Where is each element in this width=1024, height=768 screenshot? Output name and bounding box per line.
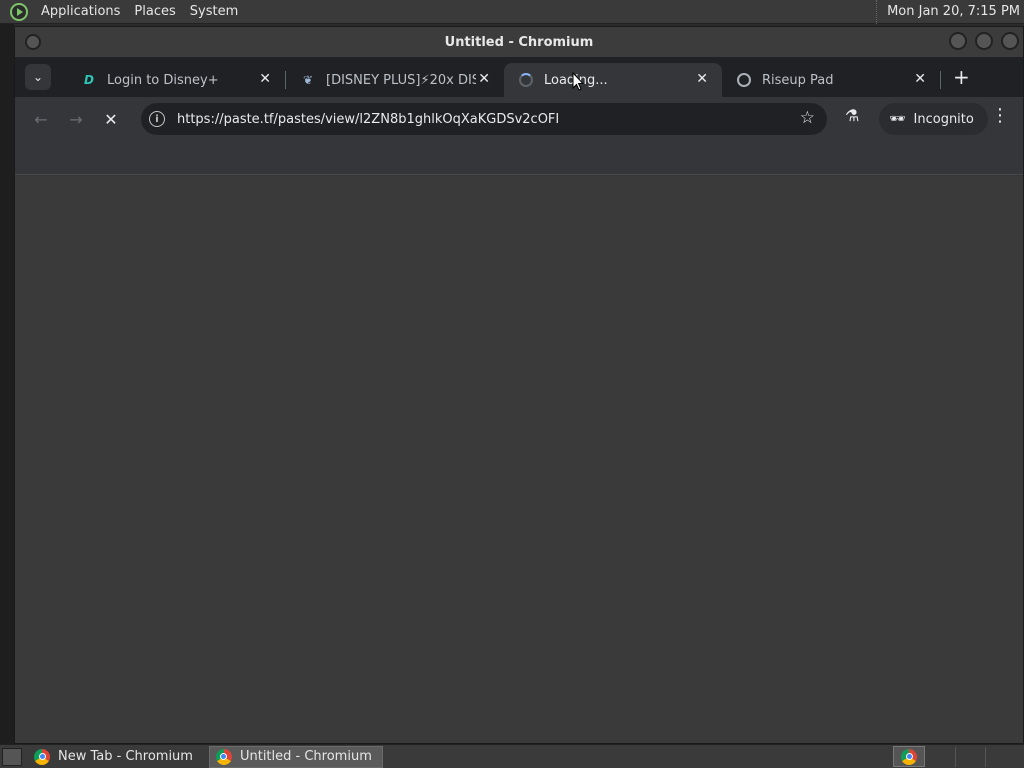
incognito-icon: 🕶 xyxy=(889,111,906,127)
tab-login-disney[interactable]: D Login to Disney+ ✕ xyxy=(67,63,285,97)
bottom-taskbar: New Tab - Chromium Untitled - Chromium xyxy=(0,744,1024,768)
disney-icon: D xyxy=(84,73,94,87)
panel-clock[interactable]: Mon Jan 20, 7:15 PM xyxy=(876,0,1020,24)
forward-button[interactable]: → xyxy=(62,105,90,133)
distro-logo-icon[interactable] xyxy=(10,2,28,21)
window-title: Untitled - Chromium xyxy=(444,34,594,50)
menu-applications[interactable]: Applications xyxy=(34,4,127,19)
tab-title: [DISNEY PLUS]⚡20x DISNEY xyxy=(326,72,476,88)
show-desktop-button[interactable] xyxy=(2,747,22,766)
address-bar[interactable]: i https://paste.tf/pastes/view/l2ZN8b1gh… xyxy=(141,103,827,135)
tab-separator xyxy=(940,71,941,89)
menu-system[interactable]: System xyxy=(183,4,245,19)
bird-icon: ❦ xyxy=(302,73,314,87)
menu-places[interactable]: Places xyxy=(127,4,182,19)
tab-search-button[interactable]: ⌄ xyxy=(25,64,51,90)
taskbar-item-new-tab[interactable]: New Tab - Chromium xyxy=(28,746,203,768)
browser-window: Untitled - Chromium ⌄ D Login to Disney+… xyxy=(14,26,1024,744)
site-info-icon[interactable]: i xyxy=(149,111,165,127)
workspace-separator xyxy=(955,747,956,767)
workspace-switcher[interactable] xyxy=(893,746,925,767)
taskbar-item-label: Untitled - Chromium xyxy=(239,749,372,764)
stop-loading-button[interactable]: ✕ xyxy=(97,105,125,133)
loading-spinner-icon xyxy=(518,72,534,88)
chromium-icon xyxy=(901,748,917,765)
menu-kebab-icon[interactable]: ⋮ xyxy=(991,105,1009,126)
labs-flask-icon[interactable]: ⚗ xyxy=(845,106,859,125)
address-url[interactable]: https://paste.tf/pastes/view/l2ZN8b1ghlk… xyxy=(177,112,559,127)
workspace-separator xyxy=(985,747,986,767)
maximize-button[interactable] xyxy=(975,32,993,50)
chevron-down-icon: ⌄ xyxy=(32,70,44,84)
tab-title: Riseup Pad xyxy=(762,72,834,88)
tab-title: Login to Disney+ xyxy=(107,72,219,88)
riseup-icon xyxy=(736,72,752,88)
tab-loading[interactable]: Loading... ✕ xyxy=(504,63,722,97)
incognito-badge[interactable]: 🕶 Incognito xyxy=(879,103,988,135)
tab-title: Loading... xyxy=(544,73,694,88)
taskbar-item-untitled[interactable]: Untitled - Chromium xyxy=(208,745,383,768)
close-tab-icon[interactable]: ✕ xyxy=(696,71,708,87)
tab-strip: ⌄ D Login to Disney+ ✕ ❦ [DISNEY PLUS]⚡2… xyxy=(15,57,1023,97)
window-titlebar[interactable]: Untitled - Chromium xyxy=(15,27,1023,57)
close-tab-icon[interactable]: ✕ xyxy=(914,71,926,87)
chromium-icon xyxy=(34,748,50,765)
top-panel: Applications Places System Mon Jan 20, 7… xyxy=(0,0,1024,24)
back-button[interactable]: ← xyxy=(27,105,55,133)
chromium-icon xyxy=(215,748,232,765)
page-content xyxy=(15,176,1023,743)
desktop-edge xyxy=(0,24,14,744)
new-tab-button[interactable]: + xyxy=(953,65,970,89)
bookmark-star-icon[interactable]: ☆ xyxy=(800,108,815,128)
close-tab-icon[interactable]: ✕ xyxy=(478,71,490,87)
close-window-button[interactable] xyxy=(1001,32,1019,50)
tab-disney-plus-paste[interactable]: ❦ [DISNEY PLUS]⚡20x DISNEY ✕ xyxy=(286,63,504,97)
close-tab-icon[interactable]: ✕ xyxy=(259,71,271,87)
tab-riseup-pad[interactable]: Riseup Pad ✕ xyxy=(722,63,940,97)
window-menu-button[interactable] xyxy=(25,34,41,50)
browser-toolbar: ← → ✕ i https://paste.tf/pastes/view/l2Z… xyxy=(15,97,1023,141)
minimize-button[interactable] xyxy=(949,32,967,50)
taskbar-item-label: New Tab - Chromium xyxy=(58,749,193,764)
bookmarks-bar xyxy=(15,141,1023,175)
incognito-label: Incognito xyxy=(913,111,974,127)
